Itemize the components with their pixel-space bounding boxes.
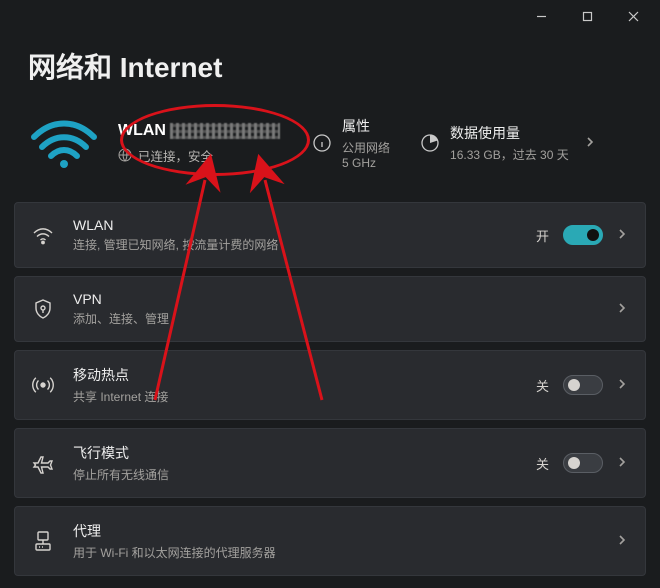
shield-icon: [31, 297, 55, 321]
properties-title: 属性: [342, 116, 390, 136]
settings-list: WLAN 连接, 管理已知网络, 按流量计费的网络 开 VPN 添加、连接、管理…: [0, 198, 660, 576]
wlan-card[interactable]: WLAN 连接, 管理已知网络, 按流量计费的网络 开: [14, 202, 646, 268]
airplane-toggle[interactable]: [563, 453, 603, 473]
proxy-sub: 用于 Wi-Fi 和以太网连接的代理服务器: [73, 544, 599, 561]
vpn-sub: 添加、连接、管理: [73, 310, 599, 327]
data-usage-sub: 16.33 GB，过去 30 天: [450, 146, 569, 163]
proxy-title: 代理: [73, 521, 599, 541]
hotspot-icon: [31, 373, 55, 397]
data-usage-title: 数据使用量: [450, 123, 569, 143]
data-usage-card[interactable]: 数据使用量 16.33 GB，过去 30 天: [414, 119, 601, 167]
globe-icon: [118, 148, 132, 162]
window-maximize-button[interactable]: [564, 0, 610, 32]
info-icon: [312, 133, 332, 153]
vpn-title: VPN: [73, 291, 599, 307]
airplane-card[interactable]: 飞行模式 停止所有无线通信 关: [14, 428, 646, 498]
properties-card[interactable]: 属性 公用网络5 GHz: [306, 112, 396, 174]
vpn-card[interactable]: VPN 添加、连接、管理: [14, 276, 646, 342]
hotspot-title: 移动热点: [73, 365, 518, 385]
chevron-right-icon: [585, 134, 595, 152]
chevron-right-icon: [617, 226, 627, 244]
proxy-card[interactable]: 代理 用于 Wi-Fi 和以太网连接的代理服务器: [14, 506, 646, 576]
proxy-icon: [31, 529, 55, 553]
hotspot-sub: 共享 Internet 连接: [73, 388, 518, 405]
properties-sub: 公用网络5 GHz: [342, 139, 390, 170]
wifi-signal-icon: [28, 115, 100, 171]
hotspot-card[interactable]: 移动热点 共享 Internet 连接 关: [14, 350, 646, 420]
chevron-right-icon: [617, 300, 627, 318]
current-network-block[interactable]: WLAN 已连接，安全: [118, 122, 288, 165]
airplane-icon: [31, 451, 55, 475]
wlan-state-label: 开: [536, 226, 549, 245]
window-titlebar: [0, 0, 660, 32]
wlan-title: WLAN: [73, 217, 518, 233]
chevron-right-icon: [617, 454, 627, 472]
window-minimize-button[interactable]: [518, 0, 564, 32]
hotspot-toggle[interactable]: [563, 375, 603, 395]
airplane-sub: 停止所有无线通信: [73, 466, 518, 483]
chevron-right-icon: [617, 532, 627, 550]
wifi-icon: [31, 223, 55, 247]
data-usage-icon: [420, 133, 440, 153]
chevron-right-icon: [617, 376, 627, 394]
page-title: 网络和 Internet: [0, 32, 660, 104]
network-hero: WLAN 已连接，安全 属性 公用网络5 GHz 数据使用量 16.33 GB，…: [0, 104, 660, 198]
wlan-sub: 连接, 管理已知网络, 按流量计费的网络: [73, 236, 518, 253]
connection-status: 已连接，安全: [138, 146, 213, 165]
ssid-redacted: [170, 123, 280, 139]
wlan-toggle[interactable]: [563, 225, 603, 245]
ssid-label: WLAN: [118, 122, 166, 140]
airplane-title: 飞行模式: [73, 443, 518, 463]
window-close-button[interactable]: [610, 0, 656, 32]
airplane-state-label: 关: [536, 454, 549, 473]
hotspot-state-label: 关: [536, 376, 549, 395]
